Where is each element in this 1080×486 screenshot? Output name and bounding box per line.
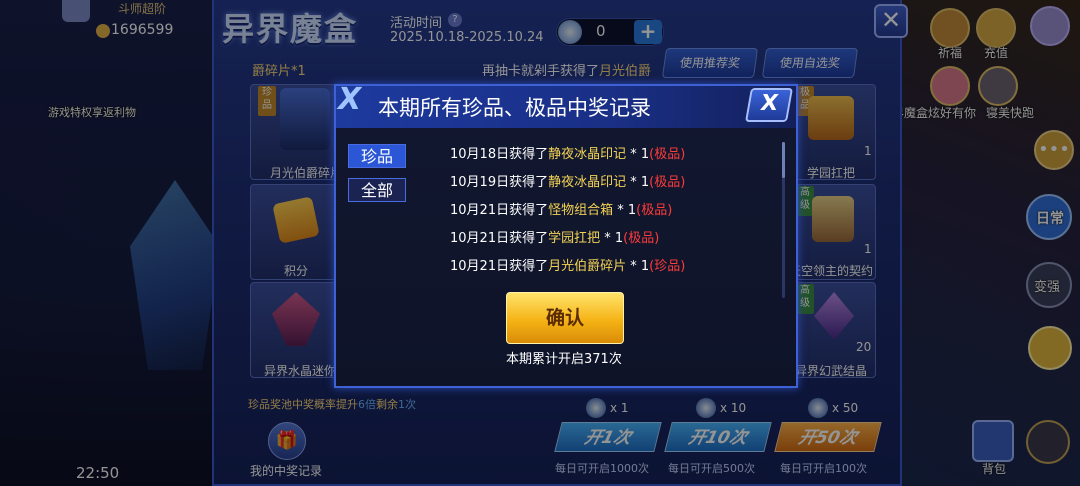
record-row: 10月21日获得了学园扛把 * 1(极品) [450, 227, 659, 246]
record-qty: * 1 [626, 147, 650, 162]
record-date: 10月19日 [450, 175, 510, 190]
record-date: 10月21日 [450, 231, 510, 246]
record-grade: (极品) [649, 175, 686, 190]
record-row: 10月21日获得了怪物组合箱 * 1(极品) [450, 199, 672, 218]
record-verb: 获得了 [509, 259, 549, 274]
record-item: 静夜冰晶印记 [548, 175, 627, 190]
record-item: 学园扛把 [548, 231, 601, 246]
record-date: 10月18日 [450, 147, 510, 162]
record-grade: (极品) [636, 203, 673, 218]
x-logo-icon: X [338, 82, 362, 117]
tab-rare[interactable]: 珍品 [348, 144, 406, 168]
record-date: 10月21日 [450, 259, 510, 274]
record-qty: * 1 [613, 203, 637, 218]
total-opens-text: 本期累计开启371次 [506, 352, 622, 367]
record-grade: (极品) [649, 147, 686, 162]
close-modal-button[interactable]: X [745, 88, 793, 122]
modal-title: 本期所有珍品、极品中奖记录 [378, 96, 651, 120]
record-item: 静夜冰晶印记 [548, 147, 627, 162]
record-grade: (极品) [623, 231, 660, 246]
game-screen: 斗师超阶 1696599 游戏特权享返利物 22:50 祈福 充值 界魔盒 炫好… [0, 0, 1080, 486]
record-item: 怪物组合箱 [548, 203, 614, 218]
record-verb: 获得了 [509, 203, 549, 218]
record-date: 10月21日 [450, 203, 510, 218]
record-grade: (珍品) [649, 259, 686, 274]
record-item: 月光伯爵碎片 [548, 259, 627, 274]
scrollbar-thumb[interactable] [782, 142, 785, 178]
record-verb: 获得了 [509, 231, 549, 246]
confirm-button[interactable]: 确认 [506, 292, 624, 344]
tab-all[interactable]: 全部 [348, 178, 406, 202]
record-verb: 获得了 [509, 175, 549, 190]
record-row: 10月19日获得了静夜冰晶印记 * 1(极品) [450, 171, 685, 190]
record-qty: * 1 [626, 175, 650, 190]
record-qty: * 1 [626, 259, 650, 274]
record-row: 10月18日获得了静夜冰晶印记 * 1(极品) [450, 143, 685, 162]
record-verb: 获得了 [509, 147, 549, 162]
record-row: 10月21日获得了月光伯爵碎片 * 1(珍品) [450, 255, 685, 274]
record-qty: * 1 [600, 231, 624, 246]
